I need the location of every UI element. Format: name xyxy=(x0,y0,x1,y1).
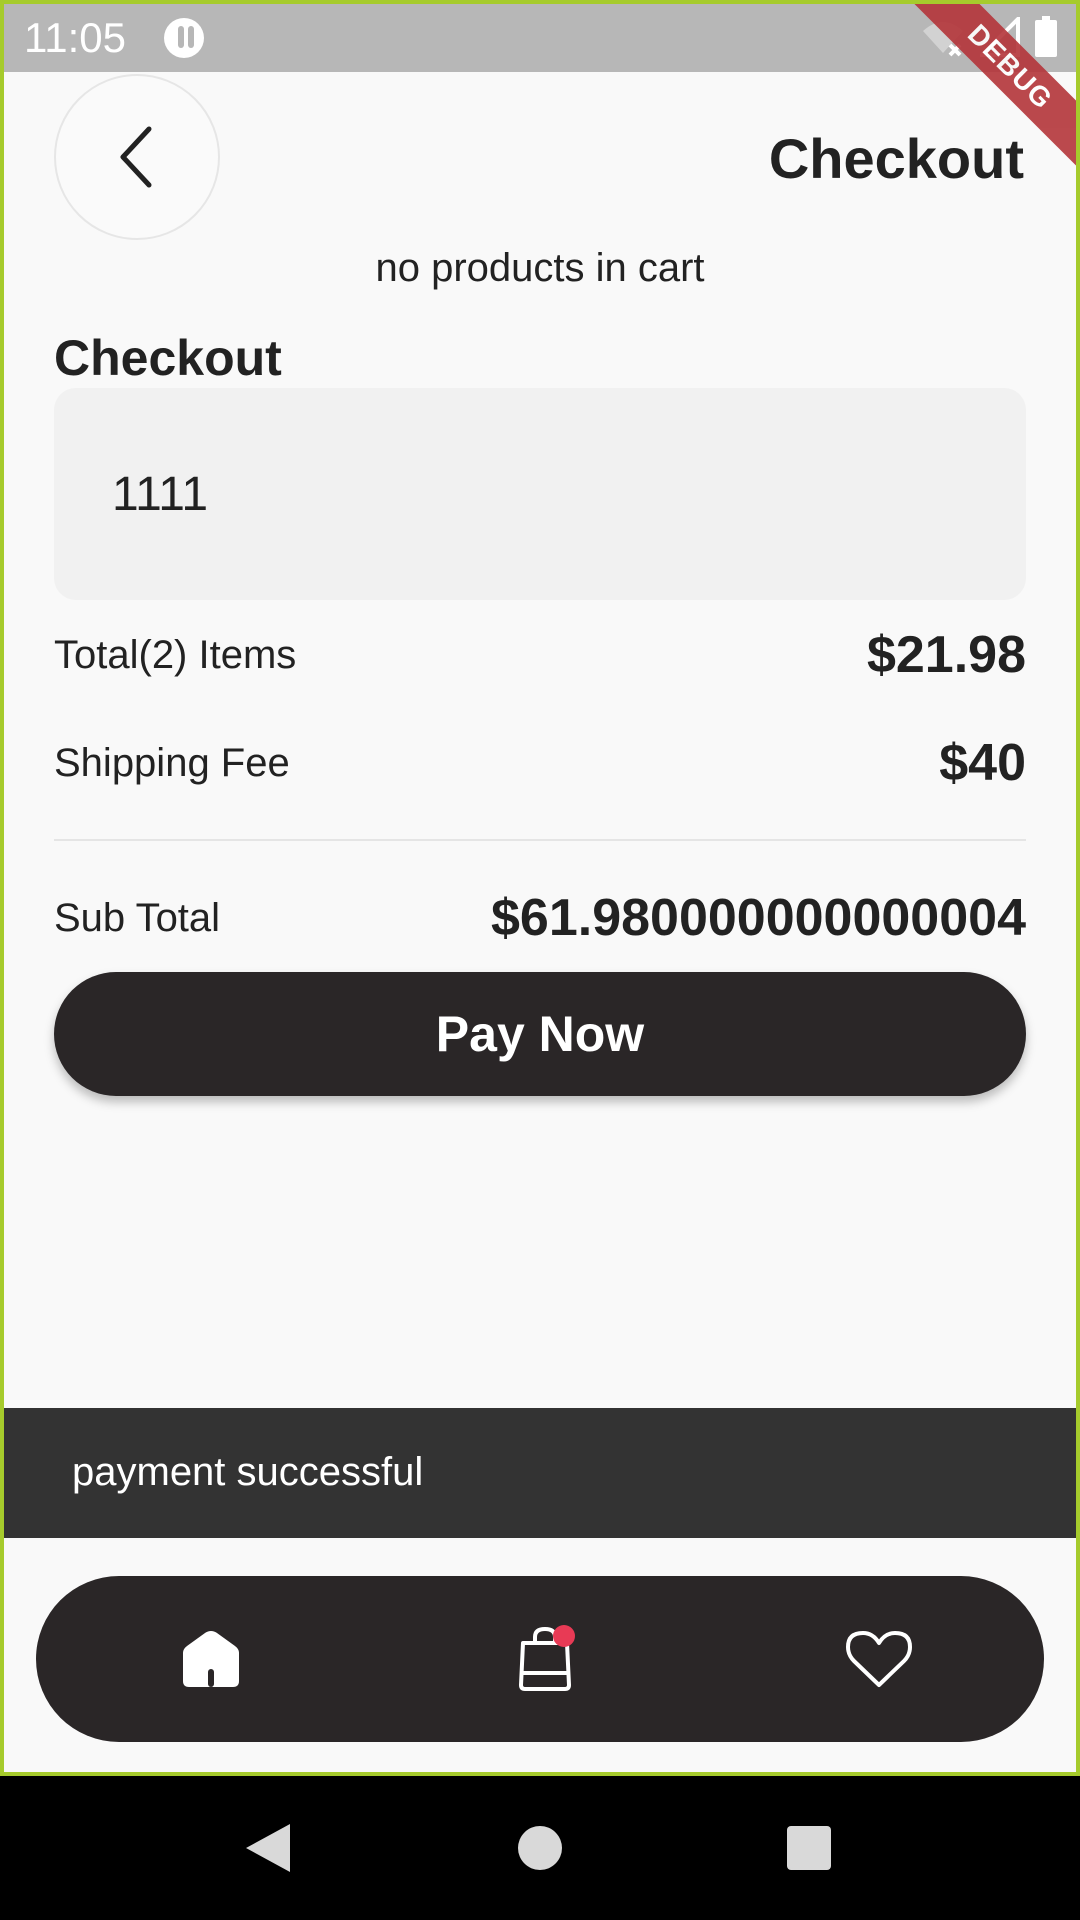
pay-now-button[interactable]: Pay Now xyxy=(54,972,1026,1096)
items-total-label: Total(2) Items xyxy=(54,632,297,677)
nav-cart[interactable] xyxy=(505,1619,585,1699)
app-screen: 11:05 DEBUG Checkout no products in cart… xyxy=(0,0,1080,1776)
snackbar-message: payment successful xyxy=(72,1450,424,1494)
battery-icon xyxy=(1035,16,1057,57)
home-circle-icon xyxy=(518,1826,562,1870)
status-bar: 11:05 xyxy=(4,4,1076,72)
subtotal-label: Sub Total xyxy=(54,895,221,940)
subtotal-row: Sub Total $61.980000000000004 xyxy=(54,887,1026,949)
home-icon xyxy=(183,1631,239,1687)
system-nav-bar xyxy=(0,1776,1080,1920)
shipping-fee-value: $40 xyxy=(939,734,1026,792)
shipping-fee-row: Shipping Fee $40 xyxy=(54,732,1026,794)
system-recents-button[interactable] xyxy=(781,1820,837,1876)
back-button[interactable] xyxy=(54,74,220,240)
bottom-nav xyxy=(36,1576,1044,1742)
subtotal-value: $61.980000000000004 xyxy=(490,889,1026,947)
chevron-left-icon xyxy=(120,126,152,188)
page-title: Checkout xyxy=(768,127,1024,190)
snackbar: payment successful xyxy=(4,1408,1076,1538)
status-time: 11:05 xyxy=(24,14,126,61)
items-total-value: $21.98 xyxy=(866,626,1026,684)
nav-home[interactable] xyxy=(171,1619,251,1699)
recents-square-icon xyxy=(787,1826,831,1870)
system-back-button[interactable] xyxy=(240,1820,296,1876)
items-total-row: Total(2) Items $21.98 xyxy=(54,624,1026,686)
back-triangle-icon xyxy=(246,1824,290,1872)
heart-icon xyxy=(846,1631,912,1687)
nav-favorites[interactable] xyxy=(839,1619,919,1699)
cart-badge xyxy=(553,1625,575,1647)
divider xyxy=(54,839,1026,841)
checkout-section-title: Checkout xyxy=(54,330,282,386)
card-number-input[interactable] xyxy=(54,388,1026,600)
app-notification-icon xyxy=(164,18,204,58)
shipping-fee-label: Shipping Fee xyxy=(54,740,290,785)
system-home-button[interactable] xyxy=(512,1820,568,1876)
empty-cart-message: no products in cart xyxy=(375,246,705,290)
